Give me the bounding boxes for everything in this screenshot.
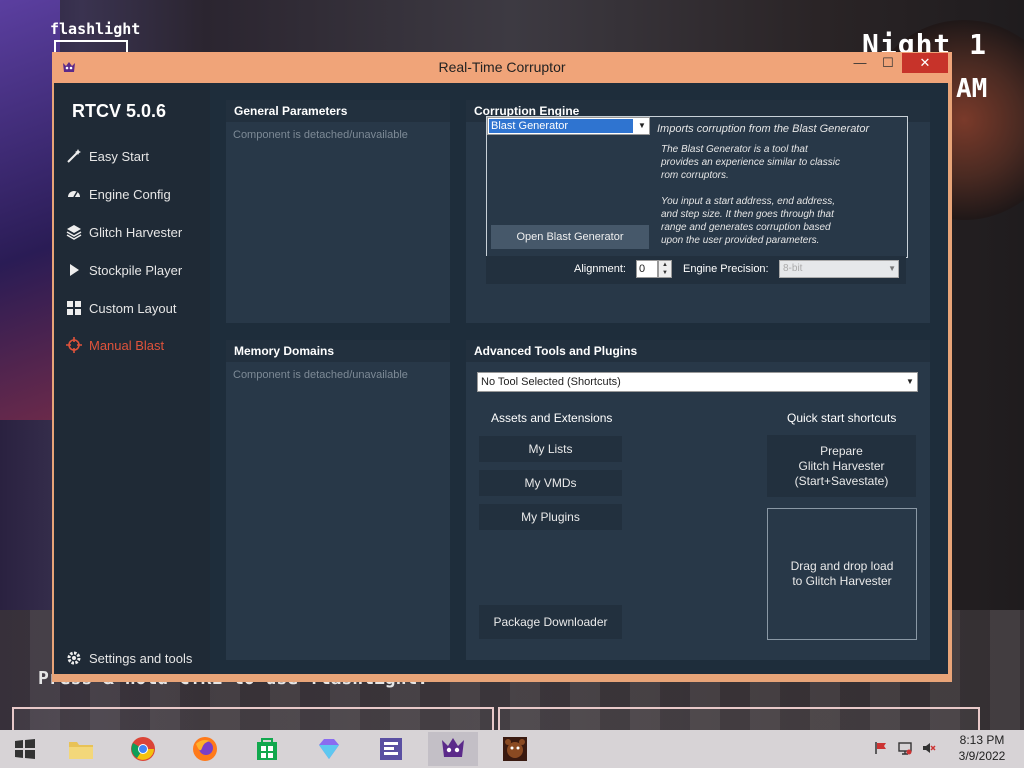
advanced-tools-panel: Advanced Tools and Plugins No Tool Selec…: [466, 340, 930, 660]
prepare-label-3: (Start+Savestate): [794, 473, 889, 488]
crosshair-icon: [66, 337, 82, 353]
tool-select-value: No Tool Selected (Shortcuts): [481, 376, 621, 388]
my-lists-button[interactable]: My Lists: [479, 436, 622, 462]
my-plugins-button[interactable]: My Plugins: [479, 504, 622, 530]
panel-title: General Parameters: [226, 100, 450, 122]
settings-and-tools-button[interactable]: Settings and tools: [66, 646, 206, 670]
taskbar-game[interactable]: [490, 732, 540, 766]
window-title: Real-Time Corruptor: [438, 59, 566, 75]
memory-domains-panel: Memory Domains Component is detached/una…: [226, 340, 450, 660]
detached-notice: Component is detached/unavailable: [233, 369, 408, 381]
chrome-icon: [131, 737, 155, 761]
close-button[interactable]: ✕: [902, 53, 948, 73]
engine-footer: Alignment: 0 ▲ ▼ Engine Precision: 8-bit …: [486, 256, 906, 284]
clock-date[interactable]: 3/9/2022: [954, 749, 1010, 763]
assets-heading: Assets and Extensions: [491, 411, 613, 425]
corruption-engine-panel: Corruption Engine Blast Generator ▼ Impo…: [466, 100, 930, 323]
rtcv-icon: [442, 738, 464, 757]
windows-icon: [15, 739, 35, 759]
taskbar-file-explorer[interactable]: [56, 732, 106, 766]
sidebar-item-label: Manual Blast: [89, 337, 165, 353]
freddy-icon: [503, 737, 527, 761]
play-icon: [70, 264, 79, 276]
engine-description: The Blast Generator is a tool that provi…: [661, 144, 840, 181]
prepare-glitch-harvester-button[interactable]: Prepare Glitch Harvester (Start+Savestat…: [767, 435, 916, 497]
start-button[interactable]: [0, 732, 50, 766]
engine-precision-value: 8-bit: [783, 263, 803, 274]
alignment-input[interactable]: 0: [636, 260, 658, 278]
chevron-down-icon: ▼: [638, 121, 646, 130]
editor-icon: [380, 738, 402, 760]
sidebar-item-label: Custom Layout: [89, 300, 177, 316]
drag-drop-zone[interactable]: Drag and drop load to Glitch Harvester: [767, 508, 917, 640]
panel-title: Advanced Tools and Plugins: [466, 340, 930, 362]
taskbar-firefox[interactable]: [180, 732, 230, 766]
alignment-label: Alignment:: [574, 263, 626, 275]
tool-select[interactable]: No Tool Selected (Shortcuts) ▼: [477, 372, 918, 392]
engine-description-detail: You input a start address, end address, …: [661, 196, 835, 246]
drop-label-2: to Glitch Harvester: [792, 574, 892, 588]
sidebar-item-custom-layout[interactable]: Custom Layout: [66, 296, 206, 320]
sidebar-item-engine-config[interactable]: Engine Config: [66, 182, 206, 206]
magic-wand-icon: [67, 149, 81, 163]
poster-decoration: [0, 0, 60, 420]
gear-icon: [67, 651, 81, 665]
sidebar-item-manual-blast[interactable]: Manual Blast: [66, 333, 206, 357]
engine-select[interactable]: Blast Generator ▼: [487, 117, 650, 135]
firefox-icon: [193, 737, 217, 761]
sidebar-item-label: Settings and tools: [89, 650, 193, 666]
engine-precision-select[interactable]: 8-bit ▼: [779, 260, 899, 278]
sidebar-item-label: Glitch Harvester: [89, 224, 183, 240]
panel-title: Memory Domains: [226, 340, 450, 362]
volume-muted-icon[interactable]: [922, 741, 936, 755]
time-label: AM: [956, 74, 988, 104]
taskbar: 8:13 PM 3/9/2022: [0, 730, 1024, 768]
sidebar-item-stockpile-player[interactable]: Stockpile Player: [66, 258, 206, 282]
taskbar-editor[interactable]: [366, 732, 416, 766]
window-client: RTCV 5.0.6 Easy Start Engine Config Glit…: [54, 83, 948, 674]
drop-label-1: Drag and drop load: [790, 559, 894, 573]
package-downloader-button[interactable]: Package Downloader: [479, 605, 622, 639]
camera-toggle-right[interactable]: [498, 707, 980, 730]
clock-time[interactable]: 8:13 PM: [954, 733, 1010, 747]
camera-toggle-left[interactable]: [12, 707, 494, 730]
flashlight-label: flashlight: [50, 20, 141, 38]
title-bar[interactable]: Real-Time Corruptor — ☐ ✕: [52, 52, 952, 83]
open-blast-generator-button[interactable]: Open Blast Generator: [491, 225, 649, 249]
taskbar-store[interactable]: [242, 732, 292, 766]
engine-description-title: Imports corruption from the Blast Genera…: [657, 123, 870, 135]
rtcv-window: Real-Time Corruptor — ☐ ✕ RTCV 5.0.6 Eas…: [52, 52, 952, 682]
sidebar: RTCV 5.0.6 Easy Start Engine Config Glit…: [54, 83, 210, 674]
grid-icon: [67, 301, 81, 315]
sidebar-item-label: Stockpile Player: [89, 262, 183, 278]
taskbar-rtcv[interactable]: [428, 732, 478, 766]
engine-select-value: Blast Generator: [489, 119, 633, 133]
taskbar-chrome[interactable]: [118, 732, 168, 766]
app-version: RTCV 5.0.6: [72, 101, 167, 121]
sidebar-item-label: Engine Config: [89, 186, 171, 202]
network-icon[interactable]: [898, 741, 912, 755]
prepare-label-1: Prepare: [820, 443, 863, 458]
engine-settings-box: Blast Generator ▼ Imports corruption fro…: [486, 116, 908, 258]
alignment-stepper[interactable]: ▲ ▼: [658, 260, 672, 278]
folder-icon: [69, 742, 93, 759]
gauge-icon: [68, 191, 80, 198]
store-icon: [257, 738, 277, 760]
prepare-label-2: Glitch Harvester: [798, 458, 885, 473]
sidebar-item-easy-start[interactable]: Easy Start: [66, 144, 206, 168]
chevron-down-icon: ▼: [888, 264, 896, 273]
flag-icon[interactable]: [874, 741, 888, 755]
gem-icon: [319, 739, 339, 759]
sidebar-item-glitch-harvester[interactable]: Glitch Harvester: [66, 220, 206, 244]
quick-start-heading: Quick start shortcuts: [787, 411, 897, 425]
chevron-down-icon: ▼: [906, 377, 914, 386]
my-vmds-button[interactable]: My VMDs: [479, 470, 622, 496]
general-parameters-panel: General Parameters Component is detached…: [226, 100, 450, 323]
engine-precision-label: Engine Precision:: [683, 263, 769, 275]
sidebar-item-label: Easy Start: [89, 148, 149, 164]
layers-icon: [66, 225, 82, 240]
taskbar-gem-app[interactable]: [304, 732, 354, 766]
detached-notice: Component is detached/unavailable: [233, 129, 408, 141]
